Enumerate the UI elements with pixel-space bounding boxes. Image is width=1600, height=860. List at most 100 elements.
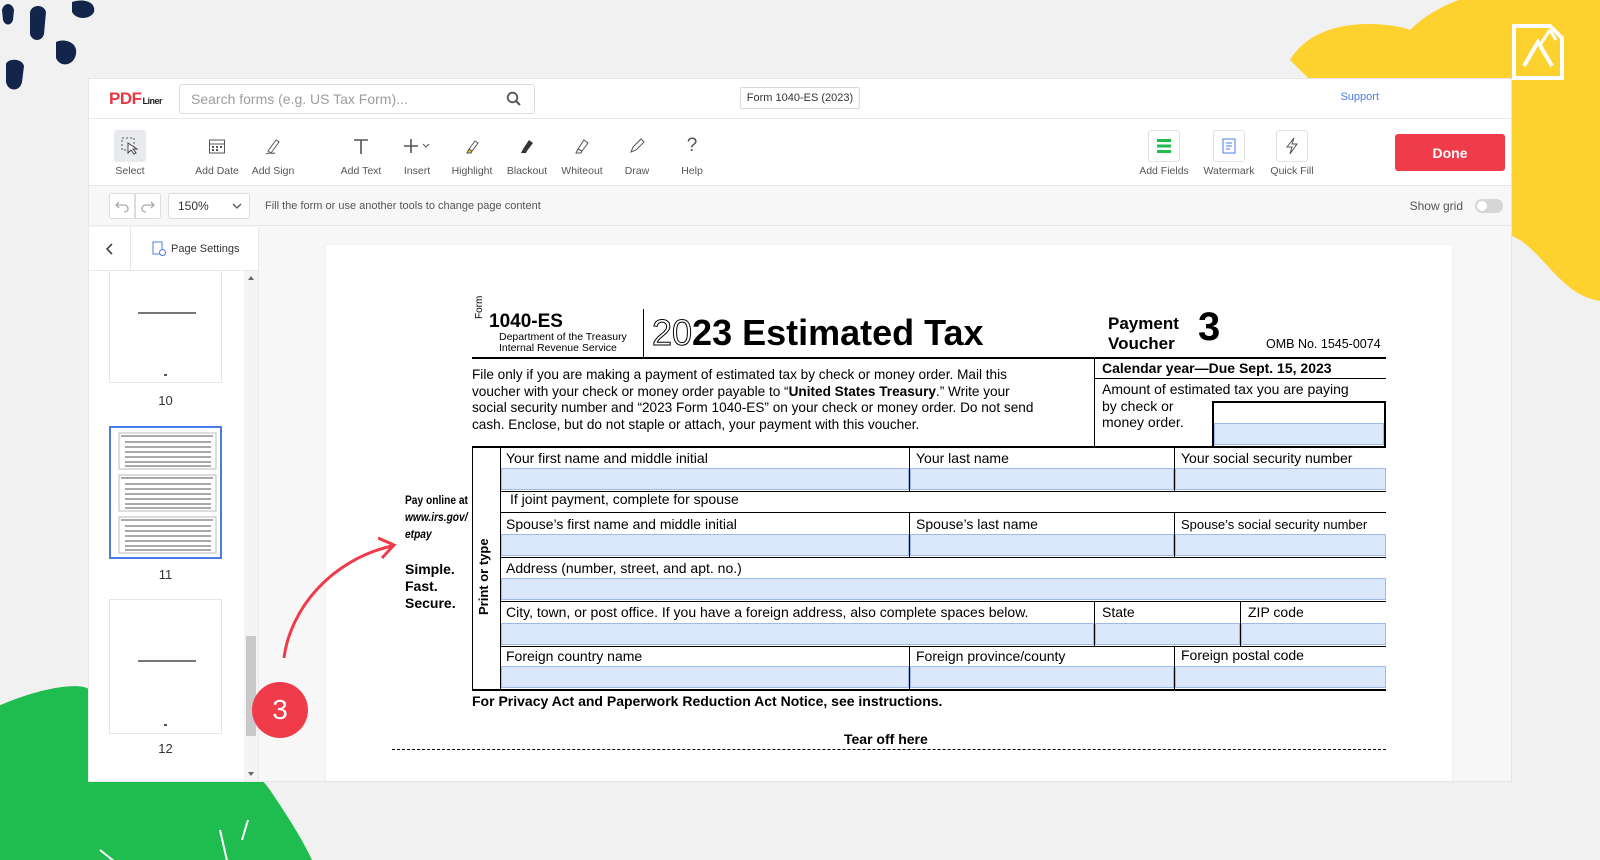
redo-button[interactable] <box>135 193 161 219</box>
whiteout-icon <box>575 139 589 154</box>
draw-label: Draw <box>624 165 650 177</box>
privacy-notice: For Privacy Act and Paperwork Reduction … <box>472 693 943 709</box>
show-grid-toggle[interactable] <box>1475 199 1503 213</box>
select-tool[interactable]: Select <box>104 130 156 177</box>
voucher-number: 3 <box>1198 305 1221 349</box>
add-date-tool[interactable]: Add Date <box>191 130 243 177</box>
instruction-text: Fill the form or use another tools to ch… <box>265 200 541 212</box>
payment-voucher-heading: Payment Voucher <box>1108 314 1179 353</box>
tear-line <box>392 749 1386 750</box>
page-settings-label: Page Settings <box>171 243 240 255</box>
pdfliner-editor-window: PDFLiner Form 1040-ES (2023) Support Sel… <box>88 78 1512 782</box>
undo-button[interactable] <box>109 193 135 219</box>
step-badge: 3 <box>252 682 308 738</box>
add-text-label: Add Text <box>340 165 382 177</box>
print-or-type-label: Print or type <box>476 538 491 615</box>
state-field[interactable] <box>1095 623 1240 645</box>
quick-fill-label: Quick Fill <box>1270 165 1314 177</box>
omb-number: OMB No. 1545-0074 <box>1266 337 1381 351</box>
foreign-country-field[interactable] <box>501 666 909 688</box>
last-name-field[interactable] <box>910 468 1174 490</box>
page-thumbnails-sidebar: Page Settings 10 11 12 <box>89 227 259 781</box>
zip-label: ZIP code <box>1248 604 1304 620</box>
irs-department: Department of the Treasury Internal Reve… <box>499 331 627 354</box>
page-thumbnail-selected[interactable] <box>109 426 222 559</box>
add-sign-tool[interactable]: Add Sign <box>247 130 299 177</box>
spouse-last-name-label: Spouse’s last name <box>916 516 1038 532</box>
done-button[interactable]: Done <box>1395 134 1505 171</box>
zoom-value: 150% <box>178 199 209 213</box>
foreign-province-field[interactable] <box>910 666 1174 688</box>
calendar-year-due: Calendar year—Due Sept. 15, 2023 <box>1102 360 1332 376</box>
annotation-arrow-icon <box>282 536 397 659</box>
plus-icon <box>404 139 430 153</box>
calendar-icon <box>209 139 225 154</box>
amount-field[interactable] <box>1214 423 1384 445</box>
highlight-label: Highlight <box>451 165 493 177</box>
address-field[interactable] <box>501 578 1386 600</box>
spouse-ssn-field[interactable] <box>1175 534 1386 556</box>
page-settings-button[interactable]: Page Settings <box>151 241 240 257</box>
scroll-down-arrow-icon[interactable] <box>244 769 258 779</box>
scroll-up-arrow-icon[interactable] <box>244 273 258 283</box>
help-label: Help <box>681 165 703 177</box>
page-number: 11 <box>158 567 173 582</box>
city-field[interactable] <box>501 623 1094 645</box>
editing-toolbar: Select Add Date Add Sign Add Text Insert… <box>89 119 1511 186</box>
options-bar: 150% Fill the form or use another tools … <box>89 186 1511 226</box>
select-label: Select <box>115 165 145 177</box>
collapse-sidebar-button[interactable] <box>89 227 131 271</box>
spouse-first-name-label: Spouse’s first name and middle initial <box>506 516 737 532</box>
highlighter-icon <box>466 140 479 154</box>
tear-off-label: Tear off here <box>844 731 928 747</box>
thumbnail-list: 10 11 12 <box>89 271 244 781</box>
sidebar-header: Page Settings <box>89 227 258 271</box>
lightning-icon <box>1285 137 1298 155</box>
spouse-first-name-field[interactable] <box>501 534 909 556</box>
form-title: 2023 Estimated Tax <box>651 312 984 354</box>
draw-tool[interactable]: Draw <box>611 130 663 177</box>
add-text-tool[interactable]: Add Text <box>335 130 387 177</box>
page-thumbnail[interactable] <box>109 271 222 383</box>
help-tool[interactable]: ? Help <box>666 130 718 177</box>
foreign-postal-label: Foreign postal code <box>1181 647 1304 663</box>
form-word: Form <box>474 295 485 319</box>
add-fields-tool[interactable]: Add Fields <box>1138 130 1190 177</box>
quick-fill-tool[interactable]: Quick Fill <box>1266 130 1318 177</box>
highlight-tool[interactable]: Highlight <box>446 130 498 177</box>
document-canvas: Pay online at www.irs.gov/ etpay Simple.… <box>260 227 1511 781</box>
page-thumbnail[interactable] <box>109 599 222 734</box>
page-number: 10 <box>158 393 173 408</box>
support-link[interactable]: Support <box>1340 91 1379 103</box>
zoom-select[interactable]: 150% <box>168 193 250 219</box>
insert-tool[interactable]: Insert <box>391 130 443 177</box>
foreign-province-label: Foreign province/county <box>916 648 1066 664</box>
watermark-tool[interactable]: Watermark <box>1203 130 1255 177</box>
spouse-last-name-field[interactable] <box>910 534 1174 556</box>
foreign-postal-field[interactable] <box>1175 666 1386 688</box>
watermark-label: Watermark <box>1203 165 1255 177</box>
search-box[interactable] <box>179 84 535 114</box>
last-name-label: Your last name <box>916 450 1009 466</box>
zip-field[interactable] <box>1241 623 1386 645</box>
show-grid-label: Show grid <box>1409 199 1463 213</box>
fields-icon <box>1157 139 1171 153</box>
insert-label: Insert <box>403 165 431 177</box>
text-icon <box>354 139 368 154</box>
blackout-tool[interactable]: Blackout <box>501 130 553 177</box>
voucher-instructions: File only if you are making a payment of… <box>472 367 1034 432</box>
search-input[interactable] <box>180 85 490 113</box>
select-cursor-icon <box>121 137 139 155</box>
pay-online-text: Pay online at www.irs.gov/ etpay <box>405 493 468 541</box>
ssn-field[interactable] <box>1175 468 1386 490</box>
search-icon[interactable] <box>506 91 522 112</box>
blackout-label: Blackout <box>506 165 548 177</box>
city-label: City, town, or post office. If you have … <box>506 604 1029 620</box>
address-label: Address (number, street, and apt. no.) <box>506 560 742 576</box>
first-name-field[interactable] <box>501 468 909 490</box>
whiteout-tool[interactable]: Whiteout <box>556 130 608 177</box>
spouse-ssn-label: Spouse’s social security number <box>1181 517 1368 532</box>
pdfliner-logo[interactable]: PDFLiner <box>109 89 163 109</box>
first-name-label: Your first name and middle initial <box>506 450 708 466</box>
document-title[interactable]: Form 1040-ES (2023) <box>739 87 861 109</box>
